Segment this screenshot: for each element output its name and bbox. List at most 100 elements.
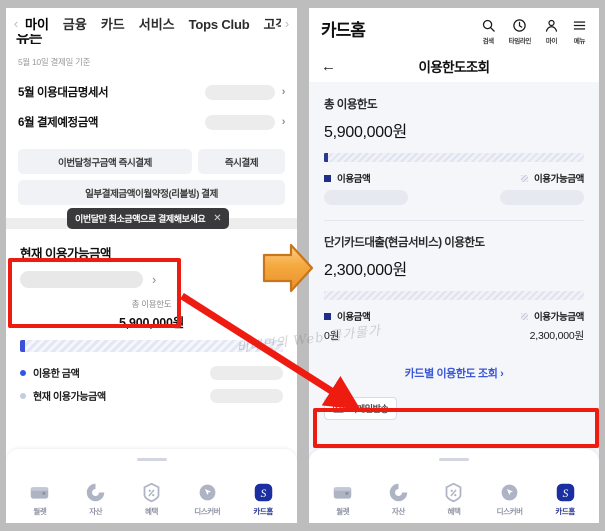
instant-pay-button[interactable]: 즉시결제 xyxy=(198,149,285,174)
tab-assets[interactable]: 자산 xyxy=(374,482,422,517)
legend-available-label: 이용가능금액 xyxy=(533,312,584,323)
tab-card-home[interactable]: S 카드홈 xyxy=(541,482,589,517)
svg-text:S: S xyxy=(260,487,266,499)
wallet-icon xyxy=(334,486,352,499)
tab-card-home[interactable]: S 카드홈 xyxy=(239,482,287,517)
available-amount-card[interactable]: 현재 이용가능금액 › xyxy=(6,229,297,294)
tab-label: 디스커버 xyxy=(496,506,523,516)
tag-percent-icon xyxy=(446,482,462,502)
chevron-right-icon[interactable]: › xyxy=(282,86,286,98)
header-action-label: 타임라인 xyxy=(508,38,532,45)
chevron-right-icon[interactable]: › xyxy=(281,16,293,31)
left-bottom-tabbar[interactable]: 월렛 자산 혜택 디스커버 S 카드홈 xyxy=(6,477,297,523)
usage-progress-fill xyxy=(324,153,328,162)
header-action-timeline[interactable]: 타임라인 xyxy=(509,18,531,45)
right-bottom-tabbar[interactable]: 월렛 자산 혜택 디스커버 S 카드홈 xyxy=(309,477,599,523)
available-amount-title: 현재 이용가능금액 xyxy=(20,247,111,261)
available-amount-row[interactable]: › xyxy=(20,271,283,288)
tab-discover[interactable]: 디스커버 xyxy=(183,482,231,517)
donut-chart-icon xyxy=(86,483,105,501)
section-amount: 2,300,000원 xyxy=(324,262,407,279)
section-divider xyxy=(324,220,584,221)
legend-available-head: 이용가능금액 xyxy=(520,171,584,185)
masked-available-amount xyxy=(210,388,283,403)
usage-progress-fill xyxy=(20,340,25,352)
list-item[interactable]: 5월 이용대금명세서 › xyxy=(18,77,285,107)
tab-assets[interactable]: 자산 xyxy=(72,482,120,517)
right-header-top: 카드홈 검색 타임라인 마이 메뉴 xyxy=(321,16,587,45)
legend-available-column: 이용가능금액 2,300,000원 xyxy=(520,309,585,343)
header-action-label: 메뉴 xyxy=(573,38,586,45)
tab-label: 디스커버 xyxy=(194,506,221,516)
card-limit-lookup-link[interactable]: 카드별 이용한도 조회 › xyxy=(324,365,584,381)
payment-button-row: 이번달청구금액 즉시결제 즉시결제 xyxy=(18,149,285,174)
masked-amount xyxy=(204,84,275,100)
chevron-right-icon[interactable]: › xyxy=(152,272,156,287)
legend-dot-icon xyxy=(20,369,26,376)
drag-handle[interactable] xyxy=(439,458,469,461)
email-send-button[interactable]: 이메일발송 xyxy=(324,397,398,420)
header-action-my[interactable]: 마이 xyxy=(544,18,559,45)
legend-square-icon xyxy=(324,312,331,320)
tab-label: 월렛 xyxy=(336,506,350,516)
nav-tab-finance[interactable]: 금융 xyxy=(63,14,87,33)
masked-used-amount xyxy=(210,365,283,380)
hamburger-icon xyxy=(573,21,586,30)
legend-used-label: 이용한 금액 xyxy=(33,369,80,380)
section-amount: 5,900,000원 xyxy=(324,124,407,141)
right-header: 카드홈 검색 타임라인 마이 메뉴 ← 이용한도조회 xyxy=(309,8,599,82)
chevron-right-icon[interactable]: › xyxy=(282,116,286,128)
cursor-icon xyxy=(199,484,216,500)
header-action-menu[interactable]: 메뉴 xyxy=(572,18,587,45)
tab-benefits[interactable]: 혜택 xyxy=(127,482,175,517)
clock-icon xyxy=(513,19,527,32)
list-item[interactable]: 6월 결제예정금액 › xyxy=(18,107,285,137)
tab-discover[interactable]: 디스커버 xyxy=(486,482,534,517)
legend-dot-icon xyxy=(20,392,26,399)
legend-used-column: 이용금액 xyxy=(324,171,408,205)
partial-heading-clipped: 유든 xyxy=(16,34,43,44)
usage-progress-bar xyxy=(324,153,584,162)
nav-tab-my[interactable]: 마이 xyxy=(25,14,49,33)
section-legend: 이용금액 이용가능금액 xyxy=(324,171,584,205)
chevron-left-icon[interactable]: ‹ xyxy=(10,16,22,31)
minimum-payment-tooltip[interactable]: 이번달만 최소금액으로 결제해보세요 ✕ xyxy=(67,208,230,229)
header-action-label: 마이 xyxy=(545,38,558,45)
legend-hatch-icon xyxy=(520,312,528,320)
close-icon[interactable]: ✕ xyxy=(213,213,221,224)
tab-benefits[interactable]: 혜택 xyxy=(430,482,478,517)
total-limit-label: 총 이용한도 xyxy=(131,299,172,309)
drag-handle[interactable] xyxy=(136,458,167,461)
header-action-search[interactable]: 검색 xyxy=(481,18,496,45)
tab-wallet[interactable]: 월렛 xyxy=(16,482,64,517)
legend-available-label: 현재 이용가능금액 xyxy=(33,392,106,403)
revolving-payment-button[interactable]: 일부결제금액이월약정(리볼빙) 결제 xyxy=(18,180,285,205)
statement-row-label: 5월 이용대금명세서 xyxy=(18,87,109,99)
tab-wallet[interactable]: 월렛 xyxy=(319,482,367,517)
card-limit-lookup-label: 카드별 이용한도 조회 xyxy=(404,368,498,380)
statement-row-value: › xyxy=(204,84,286,100)
header-action-group[interactable]: 검색 타임라인 마이 메뉴 xyxy=(481,16,587,45)
bottom-sheet-handle-area[interactable] xyxy=(6,449,297,477)
legend-hatch-icon xyxy=(520,174,528,182)
tab-label: 카드홈 xyxy=(555,506,575,516)
section-title: 단기카드대출(현금서비스) 이용한도 xyxy=(324,237,485,249)
svg-text:S: S xyxy=(562,487,568,499)
nav-tab-card[interactable]: 카드 xyxy=(101,14,125,33)
masked-available-amount xyxy=(20,271,143,288)
legend-available-value: 2,300,000원 xyxy=(529,330,585,342)
left-phone-panel: ‹ 마이 금융 카드 서비스 Tops Club 고객 › 유든 5월 10일 … xyxy=(6,8,297,523)
nav-tab-list[interactable]: 마이 금융 카드 서비스 Tops Club 고객 xyxy=(22,14,281,33)
pay-current-month-button[interactable]: 이번달청구금액 즉시결제 xyxy=(18,149,192,174)
nav-tab-service[interactable]: 서비스 xyxy=(139,14,175,33)
right-phone-panel: 카드홈 검색 타임라인 마이 메뉴 ← 이용한도조회 총 이용한도 5,900,… xyxy=(309,8,599,523)
nav-tab-tops-club[interactable]: Tops Club xyxy=(189,17,250,32)
nav-tab-customer[interactable]: 고객 xyxy=(263,14,281,33)
person-icon xyxy=(545,19,558,32)
tooltip-text: 이번달만 최소금액으로 결제해보세요 xyxy=(75,214,206,224)
usage-progress-bar xyxy=(324,291,584,300)
cursor-icon xyxy=(501,484,518,500)
bottom-sheet-handle-area[interactable] xyxy=(309,449,599,477)
tab-label: 혜택 xyxy=(144,506,158,516)
envelope-icon xyxy=(333,404,344,413)
